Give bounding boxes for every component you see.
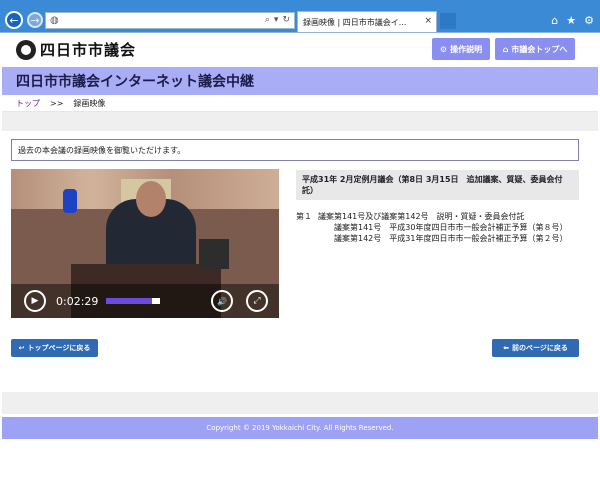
video-time: 0:02:29	[56, 295, 99, 308]
volume-icon[interactable]: 🔊	[211, 290, 233, 312]
agenda-number: 第１	[296, 212, 312, 221]
notice-box: 過去の本会議の録画映像を御覧いただけます。	[11, 139, 579, 161]
help-button[interactable]: ⚙ 操作説明	[432, 38, 490, 60]
footer: Copyright © 2019 Yokkaichi City. All Rig…	[2, 417, 598, 439]
breadcrumb: トップ >> 録画映像	[2, 95, 598, 112]
title-bar: 四日市市議会インターネット議会中継	[2, 67, 598, 95]
dropdown-icon[interactable]: ▾	[274, 15, 279, 25]
browser-tab[interactable]: 録画映像 | 四日市市議会イ... ×	[297, 11, 437, 32]
search-icon[interactable]: ⌕	[265, 15, 270, 25]
star-icon[interactable]: ★	[566, 14, 576, 27]
close-icon[interactable]: ×	[424, 16, 432, 26]
breadcrumb-home[interactable]: トップ	[16, 98, 40, 109]
video-player[interactable]: ▶ 0:02:29 🔊 ⤢	[11, 169, 279, 318]
back-to-top-button[interactable]: ↩ トップページに戻る	[11, 339, 98, 357]
video-controls: ▶ 0:02:29 🔊 ⤢	[11, 284, 279, 318]
arrow-left-icon: ⬅	[503, 344, 509, 352]
return-icon: ↩	[18, 344, 25, 352]
agenda-text: 議案第142号 平成31年度四日市市一般会計補正予算（第２号）	[334, 234, 568, 243]
back-to-previous-label: 前のページに戻る	[512, 344, 568, 352]
browser-chrome: ← → ◍ ⌕ ▾ ↻ 録画映像 | 四日市市議会イ... × ⌂ ★ ⚙	[0, 0, 600, 33]
gear-icon: ⚙	[439, 44, 448, 54]
logo-text: 四日市市議会	[40, 41, 137, 59]
tab-title: 録画映像 | 四日市市議会イ...	[303, 17, 407, 27]
back-to-top-label: トップページに戻る	[27, 344, 91, 352]
chrome-icons: ⌂ ★ ⚙	[551, 14, 594, 27]
agenda-text: 議案第141号 平成30年度四日市市一般会計補正予算（第８号）	[334, 223, 568, 232]
play-icon[interactable]: ▶	[24, 290, 46, 312]
back-icon[interactable]: ←	[5, 11, 23, 29]
city-emblem-icon	[16, 39, 36, 60]
breadcrumb-current: 録画映像	[73, 98, 106, 108]
help-button-label: 操作説明	[450, 44, 483, 54]
address-tools: ⌕ ▾ ↻	[265, 15, 290, 25]
video-vase	[63, 189, 77, 213]
notice-text: 過去の本会議の録画映像を御覧いただけます。	[18, 145, 186, 155]
new-tab-button[interactable]	[440, 13, 456, 29]
site-header: 四日市市議会 ⚙ 操作説明 ⌂ 市議会トップへ	[2, 33, 598, 67]
refresh-icon[interactable]: ↻	[282, 15, 290, 25]
gray-band-bottom	[2, 392, 598, 414]
globe-icon: ◍	[50, 15, 59, 26]
back-to-previous-button[interactable]: ⬅ 前のページに戻る	[492, 339, 579, 357]
building-icon: ⌂	[502, 44, 509, 54]
site-logo[interactable]: 四日市市議会	[16, 39, 136, 60]
home-icon[interactable]: ⌂	[551, 14, 558, 27]
council-top-button-label: 市議会トップへ	[511, 44, 568, 54]
fullscreen-icon[interactable]: ⤢	[246, 290, 268, 312]
breadcrumb-separator: >>	[50, 98, 64, 108]
gray-band	[2, 112, 598, 131]
agenda-item[interactable]: 第１ 議案第141号及び議案第142号 説明・質疑・委員会付託	[296, 211, 581, 222]
video-progress-bar[interactable]	[106, 298, 160, 304]
session-title-text: 平成31年 2月定例月議会（第8日 3月15日 追加議案、質疑、委員会付託）	[302, 175, 563, 195]
page: 四日市市議会 ⚙ 操作説明 ⌂ 市議会トップへ 四日市市議会インターネット議会中…	[2, 33, 598, 493]
council-top-button[interactable]: ⌂ 市議会トップへ	[495, 38, 575, 60]
page-title: 四日市市議会インターネット議会中継	[16, 74, 254, 90]
agenda-text: 議案第141号及び議案第142号 説明・質疑・委員会付託	[318, 212, 525, 221]
agenda-list: 第１ 議案第141号及び議案第142号 説明・質疑・委員会付託 議案第141号 …	[296, 211, 581, 244]
session-title: 平成31年 2月定例月議会（第8日 3月15日 追加議案、質疑、委員会付託）	[296, 170, 579, 200]
video-progress-fill	[106, 298, 152, 304]
agenda-item: 議案第141号 平成30年度四日市市一般会計補正予算（第８号）	[296, 222, 581, 233]
gear-icon[interactable]: ⚙	[584, 14, 594, 27]
video-bottle	[199, 239, 229, 269]
forward-icon[interactable]: →	[27, 12, 43, 28]
agenda-item: 議案第142号 平成31年度四日市市一般会計補正予算（第２号）	[296, 233, 581, 244]
video-speaker-head	[136, 181, 166, 217]
copyright: Copyright © 2019 Yokkaichi City. All Rig…	[206, 424, 394, 432]
address-bar[interactable]: ◍ ⌕ ▾ ↻	[45, 12, 295, 29]
